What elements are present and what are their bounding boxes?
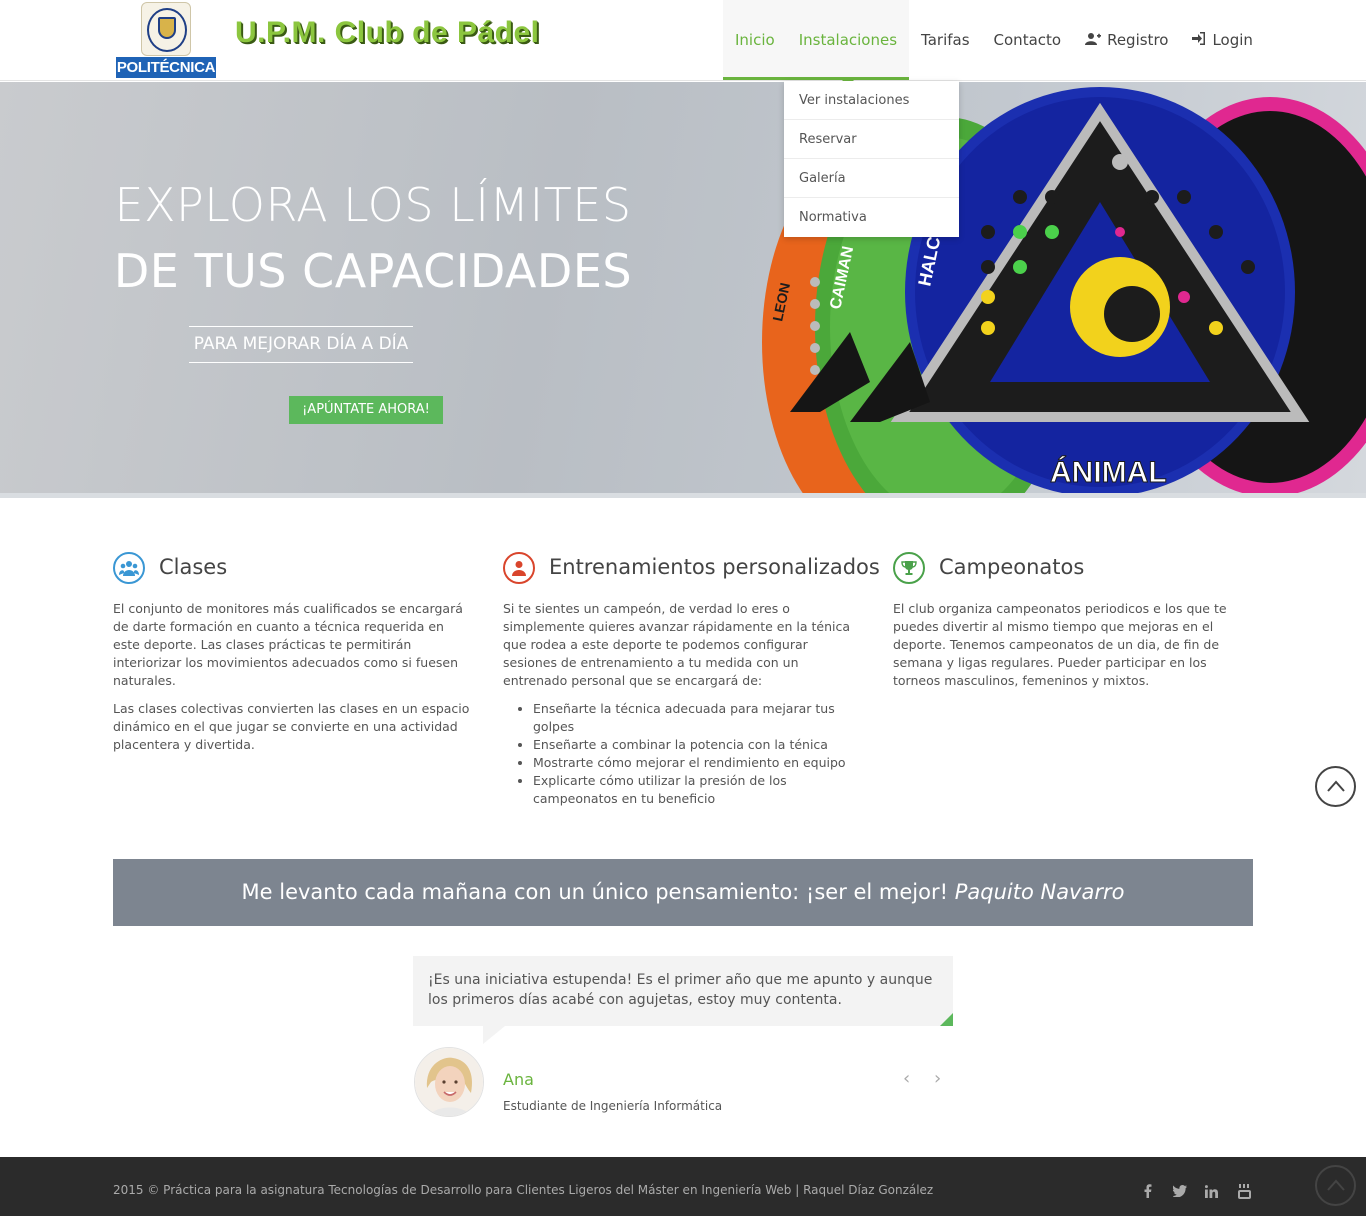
testimonial-role: Estudiante de Ingeniería Informática xyxy=(503,1099,723,1113)
testimonial-bubble: ¡Es una iniciativa estupenda! Es el prim… xyxy=(413,956,953,1026)
nav-inicio[interactable]: Inicio xyxy=(723,0,787,80)
feature-body: Si te sientes un campeón, de verdad lo e… xyxy=(503,600,863,808)
nav-label: Inicio xyxy=(735,31,775,49)
bubble-tail xyxy=(483,1026,505,1044)
chevron-up-icon xyxy=(1326,777,1345,796)
users-icon xyxy=(113,552,145,584)
testimonial-next-button[interactable]: › xyxy=(934,1068,941,1089)
upm-logo[interactable]: POLITÉCNICA xyxy=(116,2,216,78)
feature-body: El club organiza campeonatos periodicos … xyxy=(893,600,1253,700)
hero-subtitle: PARA MEJORAR DÍA A DÍA xyxy=(189,326,413,363)
bubble-corner-accent xyxy=(940,1013,953,1026)
feature-paragraph: El conjunto de monitores más cualificado… xyxy=(113,601,463,688)
testimonial-text: ¡Es una iniciativa estupenda! Es el prim… xyxy=(428,972,933,1008)
list-item: Enseñarte a combinar la potencia con la … xyxy=(533,736,863,754)
hero-title-line2: DE TUS CAPACIDADES xyxy=(113,244,633,298)
feature-title: Campeonatos xyxy=(939,555,1085,579)
dropdown-item-galeria[interactable]: Galería xyxy=(784,159,959,198)
chevron-up-icon xyxy=(1326,1176,1345,1195)
facebook-icon[interactable] xyxy=(1138,1181,1158,1201)
youtube-icon[interactable] xyxy=(1234,1181,1254,1201)
upm-seal-icon xyxy=(141,2,191,56)
instalaciones-dropdown: Ver instalaciones Reservar Galería Norma… xyxy=(784,81,959,237)
avatar xyxy=(414,1047,484,1117)
site-header: POLITÉCNICA U.P.M. Club de Pádel Inicio … xyxy=(0,0,1366,86)
nav-instalaciones[interactable]: Instalaciones xyxy=(786,0,910,86)
hero-title-line1: EXPLORA LOS LÍMITES xyxy=(114,178,632,232)
site-brand[interactable]: U.P.M. Club de Pádel xyxy=(235,16,540,50)
site-footer: 2015 © Práctica para la asignatura Tecno… xyxy=(0,1157,1366,1216)
nav-label: Login xyxy=(1212,31,1253,49)
testimonial-prev-button[interactable]: ‹ xyxy=(903,1068,910,1089)
feature-list: Enseñarte la técnica adecuada para mejar… xyxy=(533,700,863,808)
footer-scroll-top-button[interactable] xyxy=(1315,1165,1356,1206)
nav-label: Contacto xyxy=(993,31,1062,49)
list-item: Mostrarte cómo mejorar el rendimiento en… xyxy=(533,754,863,772)
nav-login[interactable]: Login xyxy=(1180,0,1264,80)
linkedin-icon[interactable] xyxy=(1201,1181,1221,1201)
chevron-right-icon: › xyxy=(934,1068,942,1089)
dropdown-item-ver-instalaciones[interactable]: Ver instalaciones xyxy=(784,81,959,120)
quote-band: Me levanto cada mañana con un único pens… xyxy=(113,859,1253,926)
feature-paragraph: El club organiza campeonatos periodicos … xyxy=(893,601,1227,688)
user-icon xyxy=(503,552,535,584)
trophy-icon xyxy=(893,552,925,584)
nav-tarifas[interactable]: Tarifas xyxy=(909,0,982,80)
racquet-brand: ÁNIMAL xyxy=(1050,455,1167,489)
feature-paragraph: Si te sientes un campeón, de verdad lo e… xyxy=(503,601,851,688)
footer-copyright: 2015 © Práctica para la asignatura Tecno… xyxy=(113,1183,934,1197)
testimonial-name: Ana xyxy=(503,1070,534,1089)
quote-text: Me levanto cada mañana con un único pens… xyxy=(241,880,955,904)
feature-body: El conjunto de monitores más cualificado… xyxy=(113,600,473,764)
chevron-left-icon: ‹ xyxy=(903,1068,911,1089)
quote-author: Paquito Navarro xyxy=(954,880,1125,904)
feature-title: Entrenamientos personalizados xyxy=(549,555,880,579)
main-nav: Inicio Instalaciones Tarifas Contacto Re… xyxy=(723,0,1265,86)
feature-paragraph: Las clases colectivas convierten las cla… xyxy=(113,701,470,752)
feature-title: Clases xyxy=(159,555,228,579)
nav-label: Instalaciones xyxy=(798,31,898,49)
dropdown-item-normativa[interactable]: Normativa xyxy=(784,198,959,237)
hero-divider xyxy=(0,493,1366,498)
list-item: Enseñarte la técnica adecuada para mejar… xyxy=(533,700,863,736)
logo-text: POLITÉCNICA xyxy=(116,57,216,78)
cta-signup-button[interactable]: ¡APÚNTATE AHORA! xyxy=(289,396,443,424)
nav-label: Tarifas xyxy=(921,31,970,49)
hero-slider: ÁNIMAL LEON CAIMAN HALCON EXPLORA LOS LÍ… xyxy=(0,82,1366,498)
user-plus-icon xyxy=(1085,32,1102,49)
nav-label: Registro xyxy=(1107,31,1169,49)
twitter-icon[interactable] xyxy=(1170,1181,1190,1201)
nav-contacto[interactable]: Contacto xyxy=(982,0,1074,80)
scroll-to-top-button[interactable] xyxy=(1315,766,1356,807)
list-item: Explicarte cómo utilizar la presión de l… xyxy=(533,772,863,808)
nav-registro[interactable]: Registro xyxy=(1073,0,1180,80)
dropdown-item-reservar[interactable]: Reservar xyxy=(784,120,959,159)
sign-in-icon xyxy=(1192,31,1206,49)
